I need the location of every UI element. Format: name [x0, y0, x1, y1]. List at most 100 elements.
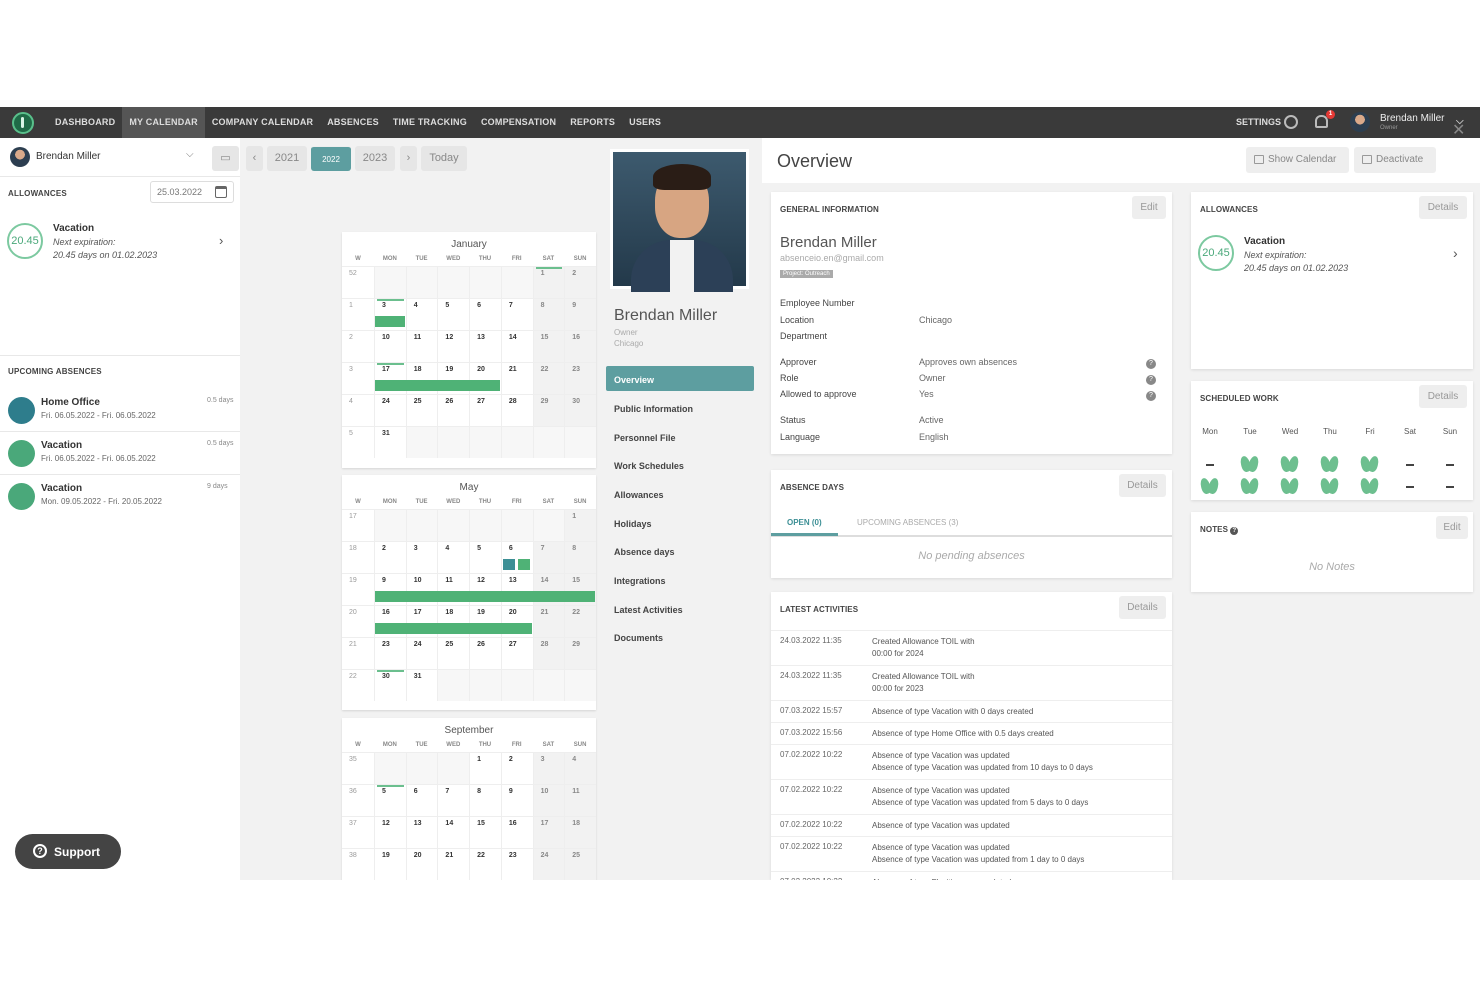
day-cell[interactable]: 1: [564, 510, 596, 541]
day-cell[interactable]: 15: [469, 817, 501, 848]
view-toggle-button[interactable]: ▭: [212, 146, 239, 171]
absence-bar[interactable]: [375, 623, 532, 634]
profile-menu-integrations[interactable]: Integrations: [606, 567, 754, 592]
day-cell[interactable]: 22: [532, 363, 565, 394]
today-button[interactable]: Today: [421, 146, 467, 171]
previous-year-button[interactable]: ‹: [246, 146, 263, 171]
day-cell[interactable]: 24: [374, 395, 406, 426]
day-cell[interactable]: 23: [564, 363, 596, 394]
profile-menu-latest-activities[interactable]: Latest Activities: [606, 596, 754, 621]
day-cell[interactable]: 14: [437, 817, 469, 848]
tab-upcoming-absences[interactable]: UPCOMING ABSENCES (3): [857, 518, 958, 527]
day-cell[interactable]: 7: [500, 299, 533, 330]
profile-menu-overview[interactable]: Overview: [606, 366, 754, 391]
profile-menu-documents[interactable]: Documents: [606, 624, 754, 649]
details-button[interactable]: Details: [1419, 385, 1467, 408]
day-cell[interactable]: 2: [374, 542, 406, 573]
day-cell[interactable]: 22: [469, 849, 501, 880]
nav-absences[interactable]: ABSENCES: [320, 107, 386, 138]
day-cell[interactable]: 10: [374, 331, 406, 362]
user-menu-name[interactable]: Brendan Miller: [1380, 113, 1444, 124]
nav-my-calendar[interactable]: MY CALENDAR: [122, 107, 205, 138]
nav-dashboard[interactable]: DASHBOARD: [48, 107, 122, 138]
nav-company-calendar[interactable]: COMPANY CALENDAR: [205, 107, 320, 138]
year-2023-button[interactable]: 2023: [355, 146, 395, 171]
day-cell[interactable]: 21: [500, 363, 533, 394]
day-cell[interactable]: 16: [500, 817, 533, 848]
list-item[interactable]: Vacation Mon. 09.05.2022 - Fri. 20.05.20…: [0, 477, 240, 520]
day-cell[interactable]: 7: [437, 785, 469, 816]
day-cell[interactable]: 14: [500, 331, 533, 362]
edit-button[interactable]: Edit: [1436, 516, 1468, 539]
day-cell[interactable]: 28: [500, 395, 533, 426]
day-cell[interactable]: 2: [564, 267, 596, 298]
day-cell[interactable]: 29: [532, 395, 565, 426]
nav-compensation[interactable]: COMPENSATION: [474, 107, 563, 138]
day-cell[interactable]: 13: [469, 331, 501, 362]
gear-icon[interactable]: [1284, 115, 1298, 129]
chevron-right-icon[interactable]: ›: [219, 233, 223, 248]
absence-bar[interactable]: [375, 316, 405, 327]
app-logo-icon[interactable]: [12, 112, 34, 134]
day-cell[interactable]: 8: [532, 299, 565, 330]
day-cell[interactable]: 20: [405, 849, 438, 880]
help-icon[interactable]: ?: [1146, 391, 1156, 401]
year-2021-button[interactable]: 2021: [267, 146, 307, 171]
day-cell[interactable]: 19: [374, 849, 406, 880]
day-cell[interactable]: 8: [469, 785, 501, 816]
day-cell[interactable]: 9: [500, 785, 533, 816]
profile-menu-work-schedules[interactable]: Work Schedules: [606, 452, 754, 477]
day-cell[interactable]: 5: [469, 542, 501, 573]
profile-menu-allowances[interactable]: Allowances: [606, 481, 754, 506]
day-cell[interactable]: 4: [405, 299, 438, 330]
day-cell[interactable]: 18: [564, 817, 596, 848]
nav-reports[interactable]: REPORTS: [563, 107, 622, 138]
day-cell[interactable]: 13: [405, 817, 438, 848]
day-cell[interactable]: 8: [564, 542, 596, 573]
day-cell[interactable]: 17: [532, 817, 565, 848]
day-cell[interactable]: 30: [374, 670, 406, 701]
day-cell[interactable]: 4: [437, 542, 469, 573]
day-cell[interactable]: 28: [532, 638, 565, 669]
absence-marker[interactable]: [517, 559, 530, 570]
day-cell[interactable]: 3: [405, 542, 438, 573]
profile-menu-holidays[interactable]: Holidays: [606, 510, 754, 535]
help-icon[interactable]: ?: [1146, 375, 1156, 385]
day-cell[interactable]: 22: [564, 606, 596, 637]
chevron-right-icon[interactable]: ›: [1453, 245, 1458, 261]
year-2022-button[interactable]: 2022: [311, 146, 351, 171]
absence-bar[interactable]: [375, 380, 500, 391]
day-cell[interactable]: 25: [564, 849, 596, 880]
day-cell[interactable]: 1: [532, 267, 565, 298]
day-cell[interactable]: 26: [469, 638, 501, 669]
date-field[interactable]: 25.03.2022: [150, 181, 234, 203]
close-icon[interactable]: ✕: [1452, 120, 1465, 140]
day-cell[interactable]: 21: [532, 606, 565, 637]
profile-menu-absence-days[interactable]: Absence days: [606, 538, 754, 563]
day-cell[interactable]: 3: [532, 753, 565, 784]
day-cell[interactable]: 2: [500, 753, 533, 784]
details-button[interactable]: Details: [1119, 596, 1166, 619]
day-cell[interactable]: 21: [437, 849, 469, 880]
nav-time-tracking[interactable]: TIME TRACKING: [386, 107, 474, 138]
day-cell[interactable]: 5: [437, 299, 469, 330]
help-icon[interactable]: ?: [1230, 527, 1239, 535]
day-cell[interactable]: 9: [564, 299, 596, 330]
help-icon[interactable]: ?: [1146, 359, 1156, 369]
nav-users[interactable]: USERS: [622, 107, 668, 138]
day-cell[interactable]: 12: [374, 817, 406, 848]
support-button[interactable]: ? Support: [15, 834, 121, 869]
day-cell[interactable]: 6: [405, 785, 438, 816]
day-cell[interactable]: 31: [374, 427, 406, 458]
day-cell[interactable]: 31: [405, 670, 438, 701]
tab-open[interactable]: OPEN (0): [771, 518, 838, 536]
day-cell[interactable]: 25: [405, 395, 438, 426]
day-cell[interactable]: 10: [532, 785, 565, 816]
day-cell[interactable]: 29: [564, 638, 596, 669]
user-select[interactable]: Brendan Miller ⌵: [8, 146, 200, 168]
show-calendar-button[interactable]: Show Calendar: [1246, 147, 1349, 173]
day-cell[interactable]: 15: [532, 331, 565, 362]
profile-menu-public-information[interactable]: Public Information: [606, 395, 754, 420]
edit-button[interactable]: Edit: [1132, 196, 1166, 219]
day-cell[interactable]: 1: [469, 753, 501, 784]
